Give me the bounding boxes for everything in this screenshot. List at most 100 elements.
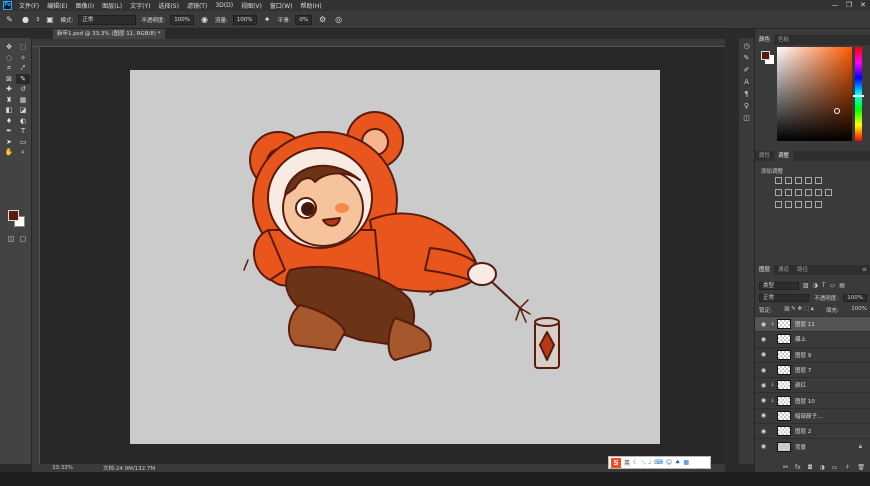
channel-mixer-icon[interactable] [815,189,822,196]
tab-channels[interactable]: 通道 [774,265,793,275]
layer-name[interactable]: 图层 9 [795,351,811,359]
exposure-icon[interactable] [805,177,812,184]
close-button[interactable]: ✕ [856,0,870,11]
photo-filter-icon[interactable] [805,189,812,196]
filter-adjust-icon[interactable]: ◑ [813,282,818,289]
layer-style-icon[interactable]: fx [795,463,801,472]
grid-icon[interactable]: ▦ [683,459,689,466]
layer-name[interactable]: 暗部颜子... [795,412,822,420]
pen-tool-icon[interactable]: ✒ [2,126,16,136]
layer-thumbnail[interactable] [777,380,791,391]
layer-name[interactable]: 图层 11 [795,320,815,328]
layer-thumbnail[interactable] [777,319,791,330]
eye-icon[interactable]: ◉ [759,382,768,389]
blend-mode-select[interactable]: 正常 [759,294,809,302]
link-layers-icon[interactable]: ⚯ [783,463,788,472]
layer-row[interactable]: ◉ 暗部颜子... [755,407,870,423]
document-canvas[interactable] [130,70,660,444]
opacity-field[interactable]: 100% [170,14,194,25]
add-mask-icon[interactable]: ◘ [808,463,813,472]
eye-icon[interactable]: ◉ [759,321,768,328]
layer-thumbnail[interactable] [777,365,791,376]
moon-icon[interactable]: ☾ [633,459,638,466]
color-picker-field[interactable] [777,47,852,141]
gradient-map-icon[interactable] [805,201,812,208]
gear-icon[interactable]: ⚙ [317,14,328,25]
foreground-color-swatch[interactable] [8,210,19,221]
eraser-tool-icon[interactable]: ◧ [2,105,16,115]
history-icon[interactable]: ◷ [743,42,749,50]
menu-filter[interactable]: 滤镜(T) [183,1,211,10]
eye-icon[interactable]: ◉ [759,412,768,419]
lasso-tool-icon[interactable]: ◌ [2,53,16,63]
filter-type-icon[interactable]: T [822,282,826,289]
shape-tool-icon[interactable]: ▭ [16,137,30,147]
layer-thumbnail[interactable] [777,441,791,452]
hue-saturation-icon[interactable] [775,189,782,196]
eye-icon[interactable]: ◉ [759,428,768,435]
dodge-tool-icon[interactable]: ◐ [16,116,30,126]
smoothing-field[interactable]: 0% [295,14,313,25]
levels-icon[interactable] [785,177,792,184]
layer-row[interactable]: ◉ 背景 🔒︎ [755,438,870,453]
menu-3d[interactable]: 3D(D) [211,2,237,9]
pressure-opacity-icon[interactable]: ◉ [199,14,210,25]
menu-select[interactable]: 选择(S) [154,1,183,10]
new-layer-icon[interactable]: ＋ [844,463,850,472]
layer-name[interactable]: 背景 [795,443,806,451]
layer-thumbnail[interactable] [777,349,791,360]
document-tab[interactable]: 新年1.psd @ 33.3% (图层 11, RGB/8) * [53,29,165,39]
brightness-icon[interactable] [775,177,782,184]
layer-name[interactable]: 颜红 [795,381,806,389]
adjustment-layer-icon[interactable]: ◑ [819,463,824,472]
blur-tool-icon[interactable]: ♦ [2,116,16,126]
menu-edit[interactable]: 编辑(E) [43,1,71,10]
type-tool-icon[interactable]: T [16,126,30,136]
skin-icon[interactable]: ☺ [666,459,672,466]
panel-menu-icon[interactable]: ≡ [862,265,867,275]
minimize-button[interactable]: — [828,0,842,11]
menu-help[interactable]: 帮助(H) [297,1,326,10]
color-picker-marker[interactable] [834,108,840,114]
panel-foreground-swatch[interactable] [761,51,770,60]
layer-thumbnail[interactable] [777,426,791,437]
eyedropper-tool-icon[interactable]: ⤤ [16,63,30,73]
layer-name[interactable]: 图层 7 [795,366,811,374]
gradient-tool-icon[interactable]: ▦ [16,95,30,105]
paragraph-icon[interactable]: ¶ [744,90,748,98]
curves-icon[interactable] [795,177,802,184]
invert-icon[interactable] [775,201,782,208]
black-white-icon[interactable] [795,189,802,196]
brush-tool-icon[interactable]: ✎ [4,14,15,25]
brush-presets-icon[interactable]: ✐ [744,66,750,74]
layer-thumbnail[interactable] [777,334,791,345]
airbrush-icon[interactable]: ✦ [262,14,273,25]
tab-properties[interactable]: 属性 [755,151,774,161]
lock-icons[interactable]: ▨ ✎ ✥ ⬚ 🔒︎ [784,306,814,314]
mode-select[interactable]: 正常 [78,14,137,25]
tab-swatches[interactable]: 色板 [774,35,793,45]
libraries-icon[interactable]: ◫ [743,114,750,122]
screen-mode-icon[interactable]: ▢ [16,234,30,244]
menu-window[interactable]: 窗口(W) [266,1,297,10]
brush-panel-icon[interactable]: ✎ [744,54,750,62]
layer-name[interactable]: 图层 2 [795,427,811,435]
hand-tool-icon[interactable]: ✋ [2,147,16,157]
menu-view[interactable]: 视图(V) [237,1,266,10]
posterize-icon[interactable] [785,201,792,208]
menu-file[interactable]: 文件(F) [15,1,43,10]
layer-opacity-field[interactable]: 100% [843,294,867,302]
magic-wand-tool-icon[interactable]: ✧ [16,53,30,63]
healing-tool-icon[interactable]: ✚ [2,84,16,94]
vibrance-icon[interactable] [815,177,822,184]
eye-icon[interactable]: ◉ [759,336,768,343]
threshold-icon[interactable] [795,201,802,208]
layer-filter-kind[interactable]: 类型 [759,281,799,290]
filter-shape-icon[interactable]: ▭ [830,282,836,289]
zoom-level[interactable]: 33.33% [52,465,73,471]
filter-smart-icon[interactable]: ▤ [839,282,845,289]
fill-field[interactable]: 100% [851,306,867,314]
layer-row[interactable]: ◉ 图层 2 [755,423,870,438]
punctuation-icon[interactable]: ·, [641,459,645,466]
zoom-tool-icon[interactable]: ⌕ [16,147,30,157]
